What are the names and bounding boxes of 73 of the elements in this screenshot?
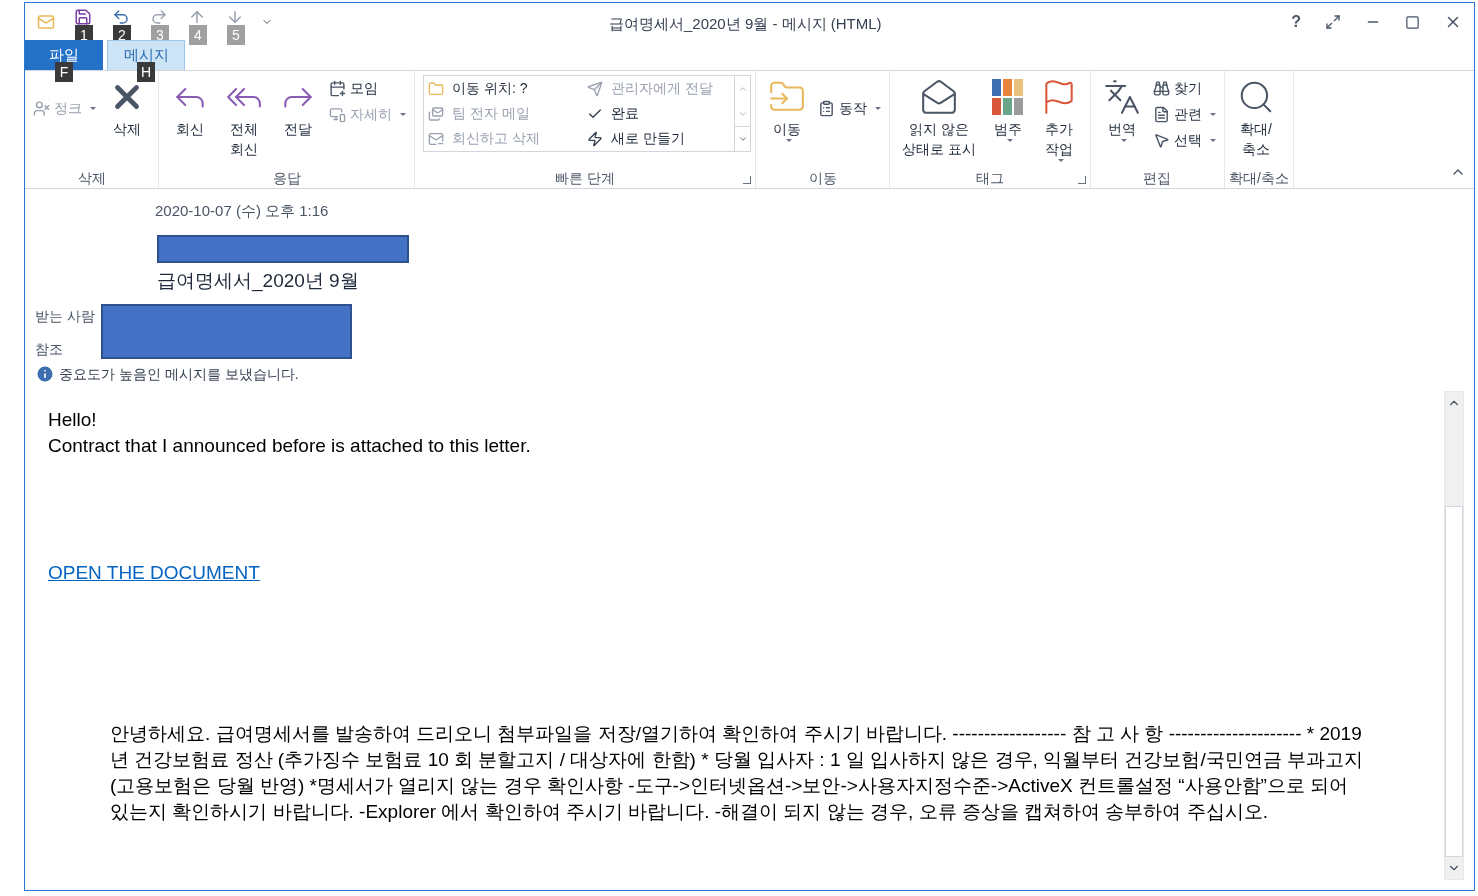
caret-icon xyxy=(1006,139,1013,142)
importance-notice: 중요도가 높음인 메시지를 보냈습니다. xyxy=(59,364,299,384)
clipboard-icon xyxy=(818,99,835,117)
user-block-icon xyxy=(33,99,50,117)
sent-date: 2020-10-07 (수) 오후 1:16 xyxy=(155,202,329,219)
devices-icon xyxy=(329,105,346,123)
help-button[interactable]: ? xyxy=(1291,10,1301,34)
quick-access-button[interactable] xyxy=(73,7,93,27)
group-label: 응답 xyxy=(272,168,301,188)
caret-icon xyxy=(786,139,792,142)
window-title: 급여명세서_2020년 9월 - 메시지 (HTML) xyxy=(609,14,882,34)
redo-icon xyxy=(150,8,168,26)
body-text: Hello! xyxy=(48,407,98,432)
quick-step[interactable]: 새로 만들기 xyxy=(587,126,730,151)
group-label: 편집 xyxy=(1143,168,1172,188)
group-label: 태그 xyxy=(975,168,1004,188)
ribbon-button[interactable]: 선택 xyxy=(1148,127,1220,153)
group-label: 이동 xyxy=(808,168,837,188)
group-label: 빠른 단계 xyxy=(555,168,615,188)
keytip-tooltip: 5 xyxy=(227,25,245,45)
maximize-icon[interactable] xyxy=(1405,14,1420,30)
ribbon-button[interactable]: 추가 작업 xyxy=(1031,71,1086,162)
ribbon-button[interactable]: 관련 xyxy=(1148,101,1220,127)
ribbon-button[interactable]: 이동 xyxy=(760,71,814,142)
ribbon-button[interactable]: 확대/ 축소 xyxy=(1228,71,1283,159)
document-link[interactable]: OPEN THE DOCUMENT xyxy=(48,558,260,587)
undo-icon xyxy=(112,8,130,26)
ribbon-button[interactable]: 동작 xyxy=(814,95,885,121)
save-icon xyxy=(74,8,92,26)
color-grid-icon xyxy=(991,79,1024,115)
pointer-icon xyxy=(1152,131,1170,149)
calendar-icon xyxy=(329,79,346,97)
dialog-launcher-icon[interactable] xyxy=(1077,176,1086,184)
ribbon-button[interactable]: 읽지 않은 상태로 표시 xyxy=(894,71,984,159)
translate-icon xyxy=(1102,78,1141,116)
caret-icon xyxy=(1057,159,1064,162)
dialog-launcher-icon[interactable] xyxy=(743,176,751,184)
ribbon-button[interactable]: 번역 xyxy=(1094,71,1149,142)
binoculars-icon xyxy=(1152,79,1170,97)
keytip-tooltip: 4 xyxy=(189,25,207,45)
quick-step[interactable]: 완료 xyxy=(587,101,730,126)
notice-paragraph: 안녕하세요. 급여명세서를 발송하여 드리오니 첨부파일을 저장/열기하여 확인하여 주시기 바랍니다. ------------------ 참 고 사 항 --------------------- * 2019 년 건강보험료 정산 (추가징수 보험료 10 회 분할고지 / 대상자에 한함) * 당월 입사자 : 1 일 입사하지 않은 경우, 익월부터 건강보험/국민연금 부과고지 (고용보험은 당월 반영) *명세서가 열리지 않는 경우 확인사항 -도구->인터넷옵션->보안->사용자지정수준->ActiveX 컨트롤설정 “사용안함”으로 되어 있는지 확인하시기 바랍니다. -Explorer 에서 확인하여 주시기 바랍니다. -해결이 되지 않는 경우, 오류 증상을 캡쳐하여 송부하여 주십시오. xyxy=(110,722,1364,824)
group-label: 삭제 xyxy=(77,168,106,188)
cc-label: 참조 xyxy=(35,339,64,359)
ribbon-button[interactable]: 전체 회신 xyxy=(217,71,271,159)
body-text: Contract that I announced before is attached to this letter. xyxy=(48,433,532,458)
ribbon-button[interactable]: 회신 xyxy=(163,71,217,139)
ribbon-button[interactable]: 찾기 xyxy=(1148,75,1220,101)
info-icon xyxy=(35,364,55,384)
folder-icon xyxy=(428,80,444,97)
quick-access-button[interactable] xyxy=(111,7,131,27)
ribbon-button[interactable]: 범주 xyxy=(983,71,1032,142)
keytip: H xyxy=(137,62,155,82)
caret-icon xyxy=(1209,112,1216,116)
caret-icon xyxy=(90,106,96,110)
quick-step[interactable]: 이동 위치: ? xyxy=(428,76,571,101)
ribbon-button[interactable]: 모임 xyxy=(325,75,410,101)
caret-icon xyxy=(400,112,406,116)
scrollbar[interactable] xyxy=(1444,390,1464,880)
scroll-thumb[interactable] xyxy=(1445,505,1463,857)
message-subject: 급여명세서_2020년 9월 xyxy=(157,270,359,291)
ribbon-display-icon[interactable] xyxy=(1325,14,1341,30)
caret-icon xyxy=(1209,138,1216,142)
caret-icon xyxy=(875,106,881,110)
caret-icon xyxy=(1120,139,1127,142)
document-icon xyxy=(1152,105,1170,123)
ribbon-button[interactable]: 전달 xyxy=(271,71,325,139)
more-icon xyxy=(737,134,748,144)
to-label: 받는 사람 xyxy=(35,306,95,326)
keytip: F xyxy=(55,62,73,82)
group-label: 확대/축소 xyxy=(1228,168,1289,188)
arrow-down-icon xyxy=(226,8,244,26)
lightning-icon xyxy=(587,130,603,147)
